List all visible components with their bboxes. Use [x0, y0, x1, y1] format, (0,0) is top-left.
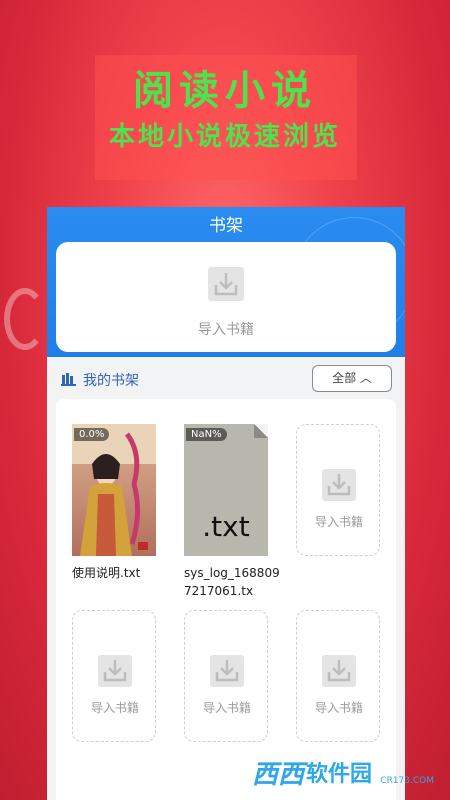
book-cover: 0.0% — [72, 424, 156, 556]
watermark-logo: 西西 — [252, 759, 305, 790]
file-extension-label: .txt — [202, 510, 250, 543]
import-book-card[interactable]: 导入书籍 — [56, 242, 396, 352]
empty-import-slot[interactable]: 导入书籍 — [296, 610, 380, 742]
import-book-label: 导入书籍 — [202, 701, 251, 715]
import-book-label: 导入书籍 — [314, 515, 363, 529]
book-title: 使用说明.txt — [72, 566, 141, 580]
promo-title: 阅读小说 — [133, 68, 317, 114]
reading-progress-badge: NaN% — [186, 428, 227, 441]
page-title: 书架 — [209, 216, 243, 236]
empty-import-slot[interactable]: 导入书籍 — [296, 424, 380, 556]
bookshelf-icon — [61, 371, 76, 386]
page-fold-corner — [254, 424, 268, 438]
empty-import-slot[interactable]: 导入书籍 — [184, 610, 268, 742]
decorative-ring — [4, 288, 46, 350]
download-icon — [98, 655, 132, 687]
download-icon — [208, 267, 244, 301]
watermark-text: 软件园 — [306, 762, 373, 787]
site-watermark: 西西 软件园 CR173.COM — [252, 750, 442, 794]
download-icon — [322, 655, 356, 687]
import-book-label: 导入书籍 — [314, 701, 363, 715]
reading-progress-badge: 0.0% — [74, 428, 110, 441]
shelf-title: 我的书架 — [83, 373, 139, 389]
import-book-label: 导入书籍 — [90, 701, 139, 715]
book-cover: NaN% .txt — [184, 424, 268, 556]
phone-screen: 书架 导入书籍 我的书架 全部 ︿ 0.0% 使用说明.txt NaN% .tx… — [47, 207, 405, 800]
empty-import-slot[interactable]: 导入书籍 — [72, 610, 156, 742]
book-item[interactable]: NaN% .txt sys_log_1688097217061.tx — [184, 424, 280, 600]
book-item[interactable]: 0.0% 使用说明.txt — [72, 424, 156, 582]
book-title: sys_log_1688097217061.tx — [184, 566, 280, 598]
book-grid: 0.0% 使用说明.txt NaN% .txt sys_log_16880972… — [56, 399, 396, 800]
watermark-url: CR173.COM — [380, 776, 434, 786]
import-book-label: 导入书籍 — [198, 322, 254, 338]
download-icon — [210, 655, 244, 687]
filter-dropdown-button[interactable]: 全部 ︿ — [312, 365, 392, 392]
promo-subtitle: 本地小说极速浏览 — [108, 122, 341, 152]
shelf-header: 我的书架 全部 ︿ — [61, 365, 395, 395]
download-icon — [322, 469, 356, 501]
